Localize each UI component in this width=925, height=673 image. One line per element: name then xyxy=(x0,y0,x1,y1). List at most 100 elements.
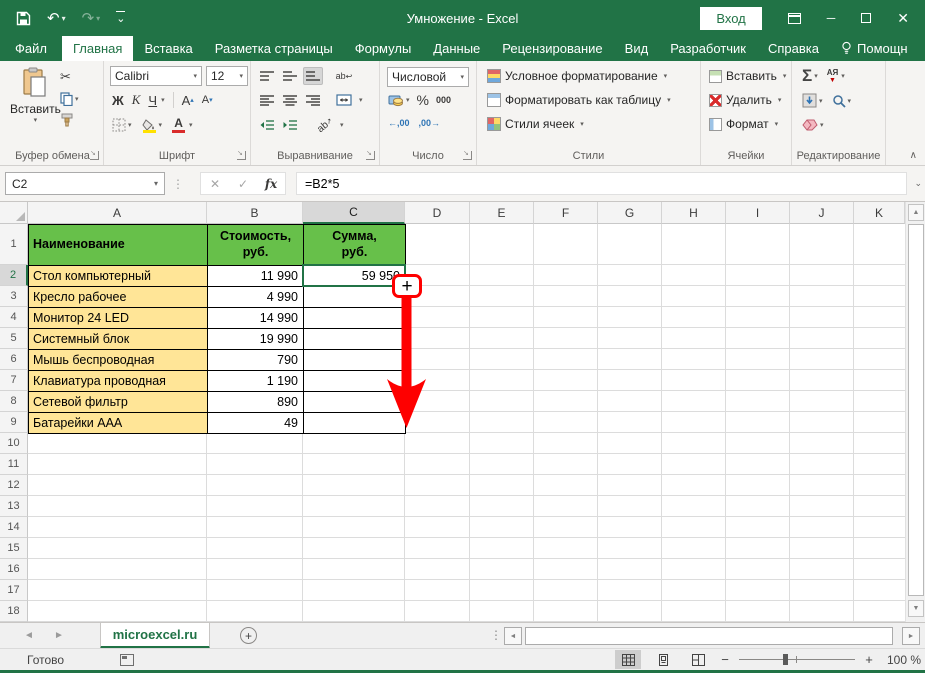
horizontal-scrollbar-thumb[interactable] xyxy=(525,627,893,645)
number-format-combo[interactable]: Числовой▾ xyxy=(387,67,469,87)
align-left-button[interactable] xyxy=(257,91,277,109)
font-color-caret-icon[interactable]: ▾ xyxy=(189,121,193,129)
cut-button[interactable]: ✂ xyxy=(60,69,71,85)
find-select-button[interactable]: ▾ xyxy=(832,94,852,108)
borders-button[interactable]: ▾ xyxy=(112,118,132,132)
insert-cells-button[interactable]: Вставить ▾ xyxy=(709,69,786,83)
cell-B8[interactable]: 890 xyxy=(207,391,304,413)
underline-caret-icon[interactable]: ▾ xyxy=(161,96,165,104)
font-name-combo[interactable]: Calibri▾ xyxy=(110,66,202,86)
confirm-entry-button[interactable]: ✓ xyxy=(229,177,257,191)
cell-styles-button[interactable]: Стили ячеек ▾ xyxy=(487,117,584,131)
cancel-entry-button[interactable]: ✕ xyxy=(201,177,229,191)
bold-button[interactable]: Ж xyxy=(112,93,124,108)
tab-review[interactable]: Рецензирование xyxy=(491,36,613,61)
orientation-caret-icon[interactable]: ▾ xyxy=(340,121,344,129)
row-header-12[interactable]: 12 xyxy=(0,475,28,496)
percent-style-button[interactable]: % xyxy=(417,92,429,108)
tab-strip-splitter[interactable]: ⋮ xyxy=(490,628,503,642)
format-cells-button[interactable]: Формат ▾ xyxy=(709,117,778,131)
cell-A5[interactable]: Системный блок xyxy=(28,328,208,350)
wrap-text-button[interactable]: ab↩ xyxy=(334,67,354,85)
close-button[interactable]: ✕ xyxy=(897,10,909,27)
cell-B6[interactable]: 790 xyxy=(207,349,304,371)
tab-help[interactable]: Справка xyxy=(757,36,830,61)
col-header-B[interactable]: B xyxy=(207,202,303,224)
prev-sheet-icon[interactable]: ◄ xyxy=(24,630,34,641)
cell-B1[interactable]: Стоимость, руб. xyxy=(207,224,304,266)
number-dialog-launcher-icon[interactable]: ↘ xyxy=(463,151,472,160)
qat-customize-button[interactable]: ⌄ xyxy=(116,11,125,25)
tab-data[interactable]: Данные xyxy=(422,36,491,61)
format-as-table-button[interactable]: Форматировать как таблицу ▾ xyxy=(487,93,671,107)
font-dialog-launcher-icon[interactable]: ↘ xyxy=(237,151,246,160)
merge-caret-icon[interactable]: ▾ xyxy=(359,96,363,104)
align-right-button[interactable] xyxy=(303,91,323,109)
row-header-14[interactable]: 14 xyxy=(0,517,28,538)
undo-caret-icon[interactable]: ▾ xyxy=(62,14,66,23)
tab-file[interactable]: Файл xyxy=(0,36,62,61)
paste-button[interactable]: Вставить ▾ xyxy=(10,67,61,124)
tab-formulas[interactable]: Формулы xyxy=(344,36,423,61)
cell-B5[interactable]: 19 990 xyxy=(207,328,304,350)
col-header-H[interactable]: H xyxy=(662,202,726,224)
select-all-corner[interactable] xyxy=(0,202,28,224)
fill-down-button[interactable]: ▾ xyxy=(802,93,823,108)
borders-caret-icon[interactable]: ▾ xyxy=(128,121,132,129)
zoom-slider[interactable] xyxy=(739,659,855,660)
autosum-button[interactable]: Σ▾ xyxy=(802,66,818,86)
cell-A7[interactable]: Клавиатура проводная xyxy=(28,370,208,392)
collapse-ribbon-button[interactable]: ∧ xyxy=(910,150,917,161)
decrease-indent-button[interactable] xyxy=(257,116,277,134)
row-header-2[interactable]: 2 xyxy=(0,265,28,286)
row-header-11[interactable]: 11 xyxy=(0,454,28,475)
insert-function-button[interactable]: fx xyxy=(257,177,285,191)
merge-center-button[interactable] xyxy=(334,91,354,109)
cell-A4[interactable]: Монитор 24 LED xyxy=(28,307,208,329)
align-bottom-button[interactable] xyxy=(303,67,323,85)
zoom-slider-thumb[interactable] xyxy=(783,654,788,665)
shrink-font-button[interactable]: А▾ xyxy=(202,94,213,106)
font-color-button[interactable]: А xyxy=(172,117,185,133)
col-header-I[interactable]: I xyxy=(726,202,790,224)
tab-page-layout[interactable]: Разметка страницы xyxy=(204,36,344,61)
cell-B4[interactable]: 14 990 xyxy=(207,307,304,329)
cell-A6[interactable]: Мышь беспроводная xyxy=(28,349,208,371)
hscroll-right-icon[interactable]: ► xyxy=(902,627,920,645)
cell-A3[interactable]: Кресло рабочее xyxy=(28,286,208,308)
tab-home[interactable]: Главная xyxy=(62,36,133,61)
format-painter-button[interactable] xyxy=(60,113,74,127)
page-break-view-button[interactable] xyxy=(685,650,711,669)
scroll-down-icon[interactable]: ▼ xyxy=(908,600,924,617)
vertical-scrollbar-thumb[interactable] xyxy=(908,224,924,596)
align-center-button[interactable] xyxy=(280,91,300,109)
fill-color-button[interactable]: ▾ xyxy=(142,118,163,133)
col-header-K[interactable]: K xyxy=(854,202,905,224)
name-box-caret-icon[interactable]: ▾ xyxy=(148,179,164,188)
row-header-8[interactable]: 8 xyxy=(0,391,28,412)
orientation-button[interactable]: ab↗ xyxy=(312,112,339,139)
cell-B7[interactable]: 1 190 xyxy=(207,370,304,392)
row-header-3[interactable]: 3 xyxy=(0,286,28,307)
formula-bar-splitter[interactable]: ⋮ xyxy=(172,177,184,191)
row-header-15[interactable]: 15 xyxy=(0,538,28,559)
tab-developer[interactable]: Разработчик xyxy=(659,36,757,61)
macro-record-icon[interactable] xyxy=(120,654,134,666)
tab-view[interactable]: Вид xyxy=(614,36,660,61)
redo-button[interactable]: ↷▾ xyxy=(82,9,101,27)
delete-cells-button[interactable]: Удалить ▾ xyxy=(709,93,781,107)
fill-handle-cursor-annotation[interactable]: + xyxy=(392,274,422,298)
formula-input[interactable]: =B2*5 xyxy=(296,172,907,195)
sort-filter-button[interactable]: АЯ ▼ xyxy=(827,69,839,84)
accounting-caret-icon[interactable]: ▾ xyxy=(406,96,410,104)
paste-caret-icon[interactable]: ▾ xyxy=(10,116,61,124)
row-header-10[interactable]: 10 xyxy=(0,433,28,454)
align-middle-button[interactable] xyxy=(280,67,300,85)
col-header-F[interactable]: F xyxy=(534,202,598,224)
row-header-4[interactable]: 4 xyxy=(0,307,28,328)
tab-insert[interactable]: Вставка xyxy=(133,36,203,61)
add-sheet-button[interactable]: + xyxy=(240,627,257,644)
row-header-18[interactable]: 18 xyxy=(0,601,28,622)
cell-C1[interactable]: Сумма, руб. xyxy=(303,224,406,266)
name-box[interactable]: C2 ▾ xyxy=(5,172,165,195)
